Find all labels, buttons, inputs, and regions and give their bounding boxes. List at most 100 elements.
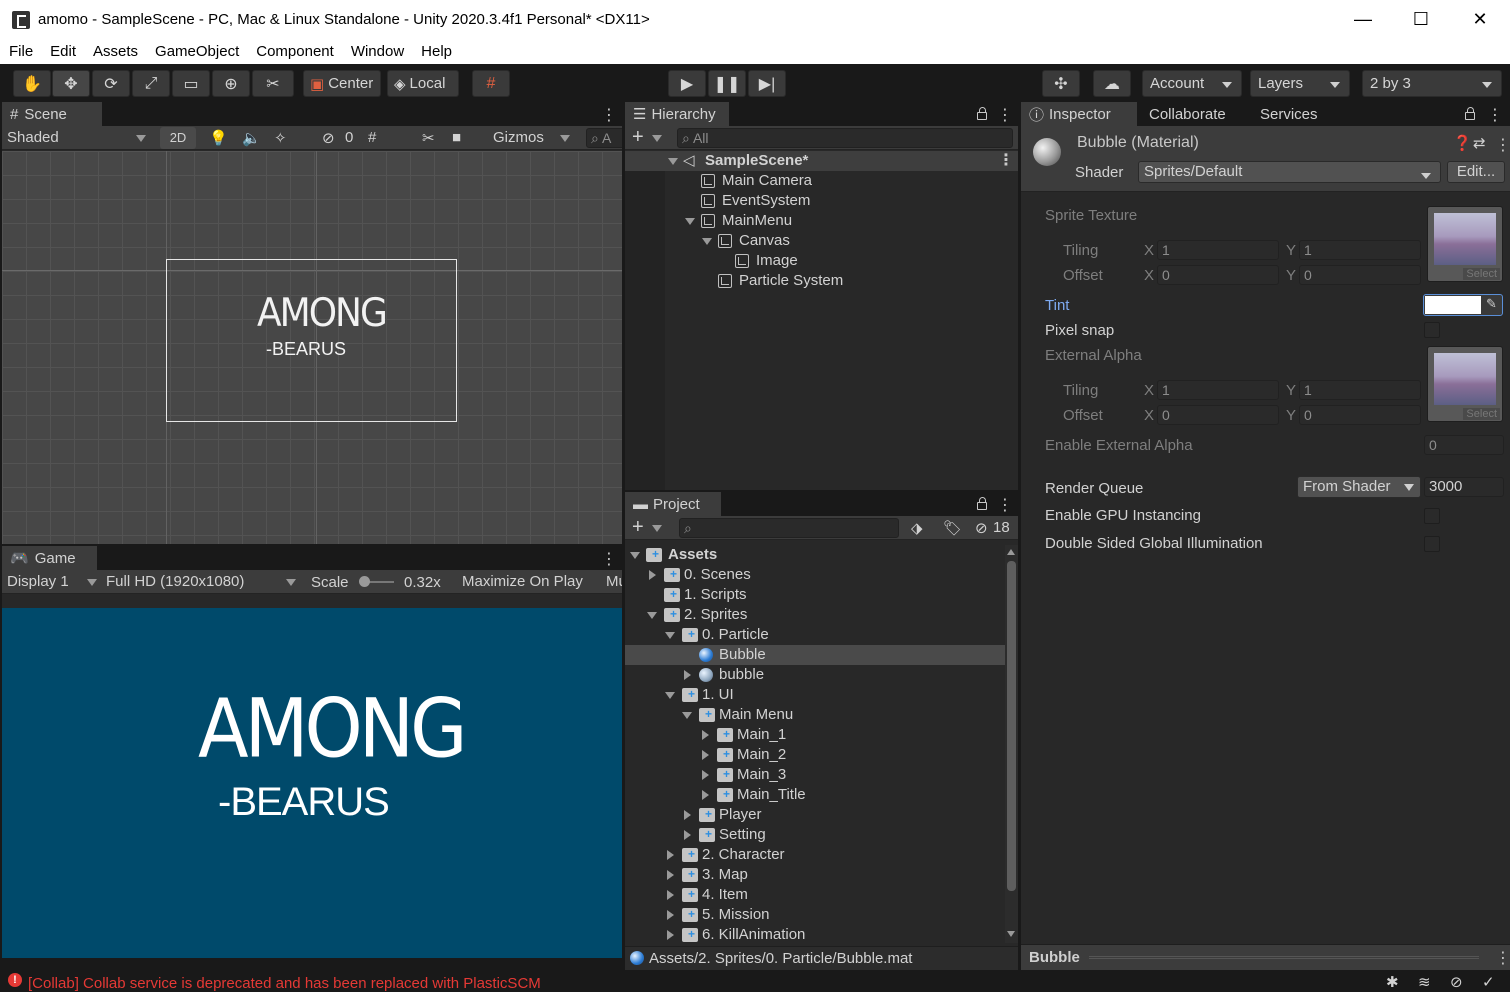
project-row[interactable]: Setting	[625, 824, 1005, 845]
tab-game[interactable]: 🎮 Game	[2, 546, 97, 570]
project-row[interactable]: 5. Mission	[625, 904, 1005, 925]
account-dropdown[interactable]: Account	[1142, 70, 1242, 97]
project-row[interactable]: 3. Map	[625, 864, 1005, 885]
expand-arrow-icon[interactable]	[685, 218, 695, 225]
collab-button[interactable]: ✣	[1042, 70, 1080, 97]
check-icon[interactable]: ✓	[1482, 973, 1495, 991]
resolution-dropdown[interactable]: Full HD (1920x1080)	[106, 573, 244, 590]
collapse-arrow-icon[interactable]	[702, 790, 709, 800]
auto-generate-icon[interactable]: ⊘	[1450, 973, 1463, 991]
menu-edit[interactable]: Edit	[41, 43, 84, 60]
expand-arrow-icon[interactable]	[665, 692, 675, 699]
project-row-selected[interactable]: Bubble	[625, 645, 1005, 665]
audio-icon[interactable]: 🔈	[242, 129, 261, 147]
ext-offset-y-field[interactable]: 0	[1299, 405, 1421, 425]
step-button[interactable]: ▶|	[748, 70, 786, 97]
gpu-instancing-checkbox[interactable]	[1424, 508, 1440, 524]
tab-inspector[interactable]: ⓘ Inspector	[1021, 102, 1137, 126]
project-row[interactable]: Main_3	[625, 764, 1005, 785]
menu-component[interactable]: Component	[247, 43, 342, 60]
project-row-assets[interactable]: Assets	[625, 544, 1005, 565]
close-button[interactable]: ✕	[1450, 0, 1510, 39]
minimize-button[interactable]: —	[1333, 0, 1393, 39]
project-row[interactable]: bubble	[625, 665, 1005, 685]
expand-arrow-icon[interactable]	[702, 238, 712, 245]
rect-tool-button[interactable]: ▭	[172, 70, 210, 97]
hand-tool-button[interactable]: ✋	[13, 70, 51, 97]
external-alpha-slot[interactable]: Select	[1427, 346, 1503, 422]
move-tool-button[interactable]: ✥	[52, 70, 90, 97]
lock-icon[interactable]	[1465, 107, 1475, 120]
maximize-button[interactable]: ☐	[1391, 0, 1451, 39]
tab-hierarchy[interactable]: ☰ Hierarchy	[625, 102, 729, 126]
project-row[interactable]: 0. Scenes	[625, 564, 1005, 585]
preview-drag-handle[interactable]	[1089, 956, 1479, 959]
collapse-arrow-icon[interactable]	[667, 890, 674, 900]
project-row[interactable]: Main_2	[625, 744, 1005, 765]
shading-mode-dropdown[interactable]: Shaded	[7, 129, 59, 146]
tab-scene[interactable]: # Scene	[2, 102, 102, 126]
collapse-arrow-icon[interactable]	[702, 750, 709, 760]
eyedropper-icon[interactable]: ✎	[1486, 296, 1497, 312]
hierarchy-search-input[interactable]: ⌕ All	[677, 128, 1013, 148]
hierarchy-row[interactable]: Particle System	[665, 271, 1018, 291]
texture-select-button[interactable]: Select	[1463, 408, 1500, 420]
add-icon[interactable]: +	[632, 126, 644, 149]
label-tag-icon[interactable]: 🏷	[943, 519, 962, 537]
ext-offset-x-field[interactable]: 0	[1157, 405, 1279, 425]
collapse-arrow-icon[interactable]	[667, 930, 674, 940]
tools-icon[interactable]: ✂	[422, 129, 435, 147]
collapse-arrow-icon[interactable]	[667, 910, 674, 920]
hierarchy-row[interactable]: MainMenu	[665, 211, 1018, 231]
hierarchy-row[interactable]: Image	[665, 251, 1018, 271]
tiling-y-field[interactable]: 1	[1299, 240, 1421, 260]
scroll-up-icon[interactable]	[1007, 549, 1015, 555]
tint-color-field[interactable]: ✎	[1423, 294, 1503, 316]
expand-arrow-icon[interactable]	[647, 612, 657, 619]
project-row[interactable]: 2. Sprites	[625, 604, 1005, 625]
presets-icon[interactable]: ⇄	[1473, 134, 1486, 152]
help-icon[interactable]: ❓	[1453, 134, 1472, 152]
layers-stack-icon[interactable]: ≋	[1418, 973, 1431, 991]
lighting-icon[interactable]: 💡	[209, 129, 228, 147]
hidden-packages-icon[interactable]: ⊘	[975, 519, 988, 537]
scene-viewport[interactable]: AMONG -BEARUS	[2, 151, 622, 544]
collapse-arrow-icon[interactable]	[667, 850, 674, 860]
menu-file[interactable]: File	[0, 43, 41, 60]
hierarchy-menu-icon[interactable]	[997, 105, 1013, 125]
cloud-button[interactable]: ☁	[1093, 70, 1131, 97]
maximize-on-play-toggle[interactable]: Maximize On Play	[462, 573, 583, 590]
grid-toggle-icon[interactable]: #	[368, 129, 376, 146]
pause-button[interactable]: ❚❚	[708, 70, 746, 97]
scene-search-input[interactable]: ⌕ A	[586, 128, 622, 148]
layout-dropdown[interactable]: 2 by 3	[1362, 70, 1502, 97]
inspector-menu-icon[interactable]	[1487, 105, 1503, 125]
tab-project[interactable]: ▬ Project	[625, 492, 721, 516]
play-button[interactable]: ▶	[668, 70, 706, 97]
custom-tool-button[interactable]: ✂	[252, 70, 294, 97]
hierarchy-row[interactable]: EventSystem	[665, 191, 1018, 211]
project-row[interactable]: 6. KillAnimation	[625, 925, 1005, 943]
grid-snap-button[interactable]: #	[472, 70, 510, 97]
mute-audio-toggle[interactable]: Mu	[606, 573, 622, 590]
collapse-arrow-icon[interactable]	[667, 870, 674, 880]
collapse-arrow-icon[interactable]	[649, 570, 656, 580]
project-row[interactable]: Main Menu	[625, 704, 1005, 725]
space-toggle[interactable]: ◈ Local	[387, 70, 459, 97]
enable-external-alpha-field[interactable]: 0	[1424, 435, 1504, 455]
scroll-thumb[interactable]	[1007, 561, 1016, 891]
transform-tool-button[interactable]: ⊕	[212, 70, 250, 97]
ext-tiling-x-field[interactable]: 1	[1157, 380, 1279, 400]
layers-dropdown[interactable]: Layers	[1250, 70, 1350, 97]
menu-window[interactable]: Window	[342, 43, 412, 60]
hidden-objects-icon[interactable]: ⊘	[322, 129, 335, 147]
scene-row-menu-icon[interactable]	[998, 151, 1014, 171]
display-dropdown[interactable]: Display 1	[7, 573, 69, 590]
game-viewport[interactable]: AMONG -BEARUS	[2, 608, 622, 958]
scale-slider-handle[interactable]	[359, 576, 370, 587]
expand-arrow-icon[interactable]	[682, 712, 692, 719]
collapse-arrow-icon[interactable]	[684, 670, 691, 680]
tiling-x-field[interactable]: 1	[1157, 240, 1279, 260]
add-icon[interactable]: +	[632, 516, 644, 539]
component-menu-icon[interactable]	[1495, 135, 1510, 155]
